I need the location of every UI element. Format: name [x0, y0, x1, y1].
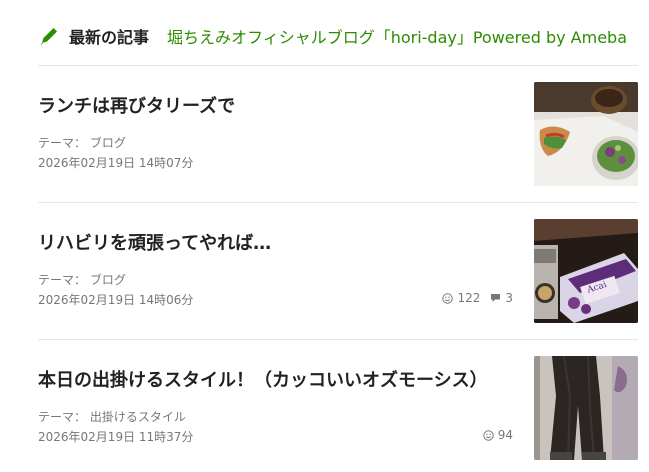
comment-count: 3	[490, 291, 513, 305]
article-stats: 122 3	[432, 291, 513, 305]
article-entry[interactable]: リハビリを頑張ってやれば… テーマ： ブログ 2026年02月19日 14時06…	[38, 219, 638, 323]
smile-icon	[483, 429, 494, 441]
section-title: 最新の記事	[69, 28, 150, 47]
article-thumbnail[interactable]	[534, 356, 638, 460]
theme-link[interactable]: ブログ	[90, 136, 126, 150]
article-thumbnail[interactable]: Acai	[534, 219, 638, 323]
latest-articles-header: 最新の記事 堀ちえみオフィシャルブログ「hori-day」Powered by …	[38, 20, 638, 52]
like-count: 94	[483, 428, 513, 442]
article-theme: テーマ： ブログ	[38, 134, 126, 151]
article-date: 2026年02月19日 14時07分	[38, 156, 194, 170]
article-theme: テーマ： 出掛けるスタイル	[38, 408, 186, 425]
article-theme: テーマ： ブログ	[38, 271, 126, 288]
article-thumbnail[interactable]	[534, 82, 638, 186]
article-title[interactable]: リハビリを頑張ってやれば…	[38, 229, 518, 255]
theme-link[interactable]: 出掛けるスタイル	[90, 410, 186, 424]
theme-label: テーマ：	[38, 273, 87, 287]
article-stats: 94	[473, 428, 513, 442]
smile-icon	[442, 292, 454, 304]
comment-icon	[491, 294, 501, 302]
divider	[38, 202, 638, 203]
pencil-icon	[41, 28, 57, 45]
article-entry[interactable]: ランチは再びタリーズで テーマ： ブログ 2026年02月19日 14時07分	[38, 82, 638, 186]
article-date: 2026年02月19日 11時37分	[38, 430, 194, 444]
article-title[interactable]: ランチは再びタリーズで	[38, 92, 518, 118]
article-entry[interactable]: 本日の出掛けるスタイル！（カッコいいオズモーシス） テーマ： 出掛けるスタイル …	[38, 356, 638, 460]
theme-label: テーマ：	[38, 136, 87, 150]
like-count: 122	[442, 291, 480, 305]
theme-label: テーマ：	[38, 410, 87, 424]
blog-name-link[interactable]: 堀ちえみオフィシャルブログ「hori-day」Powered by Ameba	[167, 24, 638, 48]
article-title[interactable]: 本日の出掛けるスタイル！（カッコいいオズモーシス）	[38, 366, 518, 392]
divider	[38, 339, 638, 340]
divider	[38, 65, 638, 66]
theme-link[interactable]: ブログ	[90, 273, 126, 287]
article-date: 2026年02月19日 14時06分	[38, 293, 194, 307]
